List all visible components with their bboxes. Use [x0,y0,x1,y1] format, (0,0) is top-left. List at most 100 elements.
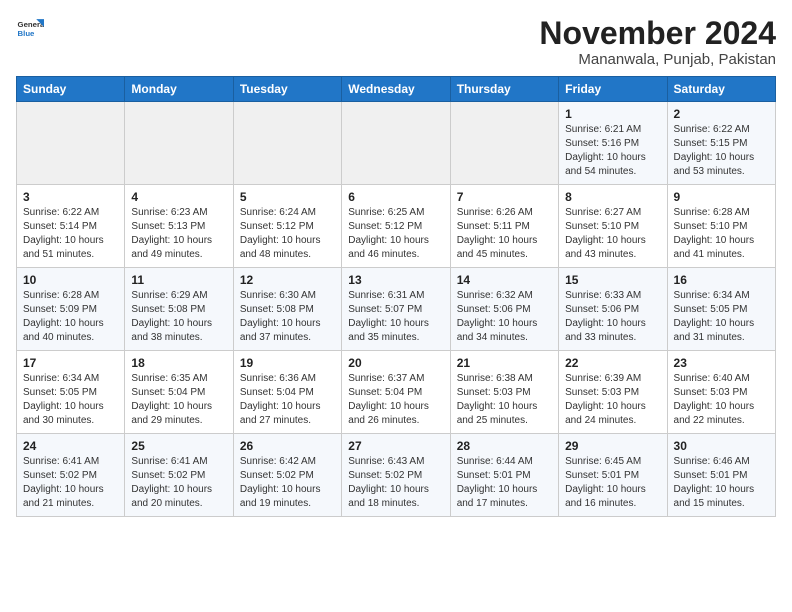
day-number: 14 [457,273,552,287]
day-number: 6 [348,190,443,204]
svg-text:Blue: Blue [18,29,36,38]
day-info: Sunrise: 6:23 AMSunset: 5:13 PMDaylight:… [131,206,226,262]
calendar-cell [233,102,341,185]
day-info: Sunrise: 6:37 AMSunset: 5:04 PMDaylight:… [348,372,443,428]
weekday-header: Friday [559,77,667,102]
day-number: 28 [457,439,552,453]
calendar-cell: 7 Sunrise: 6:26 AMSunset: 5:11 PMDaylight… [450,185,558,268]
calendar-cell: 25 Sunrise: 6:41 AMSunset: 5:02 PMDayligh… [125,434,233,517]
calendar-cell: 16Sunrise: 6:34 AMSunset: 5:05 PMDayligh… [667,268,775,351]
day-info: Sunrise: 6:33 AMSunset: 5:06 PMDaylight:… [565,289,660,345]
calendar-cell: 6Sunrise: 6:25 AMSunset: 5:12 PMDaylight… [342,185,450,268]
day-info: Sunrise: 6:44 AMSunset: 5:01 PMDaylight:… [457,455,552,511]
day-info: Sunrise: 6:36 AMSunset: 5:04 PMDaylight:… [240,372,335,428]
calendar-week-row: 1 Sunrise: 6:21 AMSunset: 5:16 PMDaylight… [17,102,776,185]
day-number: 22 [565,356,660,370]
day-number: 7 [457,190,552,204]
calendar-cell: 10 Sunrise: 6:28 AMSunset: 5:09 PMDayligh… [17,268,125,351]
day-info: Sunrise: 6:28 AMSunset: 5:10 PMDaylight:… [674,206,769,262]
logo-icon: General Blue [16,16,44,44]
day-number: 1 [565,107,660,121]
day-number: 20 [348,356,443,370]
calendar-week-row: 10 Sunrise: 6:28 AMSunset: 5:09 PMDayligh… [17,268,776,351]
calendar-cell: 24 Sunrise: 6:41 AMSunset: 5:02 PMDayligh… [17,434,125,517]
calendar-cell: 11Sunrise: 6:29 AMSunset: 5:08 PMDayligh… [125,268,233,351]
calendar-cell [450,102,558,185]
calendar-cell: 15 Sunrise: 6:33 AMSunset: 5:06 PMDayligh… [559,268,667,351]
calendar-cell: 12 Sunrise: 6:30 AMSunset: 5:08 PMDayligh… [233,268,341,351]
calendar-cell: 23 Sunrise: 6:40 AMSunset: 5:03 PMDayligh… [667,351,775,434]
calendar-cell: 29 Sunrise: 6:45 AMSunset: 5:01 PMDayligh… [559,434,667,517]
calendar-cell: 3 Sunrise: 6:22 AMSunset: 5:14 PMDaylight… [17,185,125,268]
calendar-header: SundayMondayTuesdayWednesdayThursdayFrid… [17,77,776,102]
day-number: 23 [674,356,769,370]
calendar-cell: 21 Sunrise: 6:38 AMSunset: 5:03 PMDayligh… [450,351,558,434]
day-info: Sunrise: 6:41 AMSunset: 5:02 PMDaylight:… [131,455,226,511]
weekday-header: Monday [125,77,233,102]
calendar-cell [17,102,125,185]
weekday-header: Saturday [667,77,775,102]
day-info: Sunrise: 6:34 AMSunset: 5:05 PMDaylight:… [23,372,118,428]
day-number: 13 [348,273,443,287]
day-number: 5 [240,190,335,204]
day-number: 25 [131,439,226,453]
calendar-cell: 4 Sunrise: 6:23 AMSunset: 5:13 PMDaylight… [125,185,233,268]
day-number: 27 [348,439,443,453]
day-number: 18 [131,356,226,370]
day-number: 29 [565,439,660,453]
day-info: Sunrise: 6:22 AMSunset: 5:14 PMDaylight:… [23,206,118,262]
day-info: Sunrise: 6:43 AMSunset: 5:02 PMDaylight:… [348,455,443,511]
day-info: Sunrise: 6:21 AMSunset: 5:16 PMDaylight:… [565,123,660,179]
day-number: 9 [674,190,769,204]
weekday-header: Thursday [450,77,558,102]
day-info: Sunrise: 6:46 AMSunset: 5:01 PMDaylight:… [674,455,769,511]
calendar-cell: 26 Sunrise: 6:42 AMSunset: 5:02 PMDayligh… [233,434,341,517]
day-number: 26 [240,439,335,453]
calendar-cell: 20 Sunrise: 6:37 AMSunset: 5:04 PMDayligh… [342,351,450,434]
day-info: Sunrise: 6:39 AMSunset: 5:03 PMDaylight:… [565,372,660,428]
day-info: Sunrise: 6:24 AMSunset: 5:12 PMDaylight:… [240,206,335,262]
day-info: Sunrise: 6:34 AMSunset: 5:05 PMDaylight:… [674,289,769,345]
calendar-cell: 8Sunrise: 6:27 AMSunset: 5:10 PMDaylight… [559,185,667,268]
calendar-cell [125,102,233,185]
day-info: Sunrise: 6:38 AMSunset: 5:03 PMDaylight:… [457,372,552,428]
day-number: 12 [240,273,335,287]
weekday-header: Tuesday [233,77,341,102]
day-number: 11 [131,273,226,287]
calendar-week-row: 3 Sunrise: 6:22 AMSunset: 5:14 PMDaylight… [17,185,776,268]
day-info: Sunrise: 6:26 AMSunset: 5:11 PMDaylight:… [457,206,552,262]
calendar-cell: 30Sunrise: 6:46 AMSunset: 5:01 PMDayligh… [667,434,775,517]
day-number: 4 [131,190,226,204]
weekday-header: Wednesday [342,77,450,102]
calendar-cell: 2 Sunrise: 6:22 AMSunset: 5:15 PMDaylight… [667,102,775,185]
day-info: Sunrise: 6:42 AMSunset: 5:02 PMDaylight:… [240,455,335,511]
calendar-cell: 9 Sunrise: 6:28 AMSunset: 5:10 PMDaylight… [667,185,775,268]
day-number: 19 [240,356,335,370]
day-info: Sunrise: 6:40 AMSunset: 5:03 PMDaylight:… [674,372,769,428]
calendar-cell: 27 Sunrise: 6:43 AMSunset: 5:02 PMDayligh… [342,434,450,517]
day-number: 10 [23,273,118,287]
day-info: Sunrise: 6:41 AMSunset: 5:02 PMDaylight:… [23,455,118,511]
calendar-cell [342,102,450,185]
day-number: 8 [565,190,660,204]
title-area: November 2024 Mananwala, Punjab, Pakista… [539,16,776,68]
calendar-body: 1 Sunrise: 6:21 AMSunset: 5:16 PMDaylight… [17,102,776,517]
day-number: 21 [457,356,552,370]
day-number: 2 [674,107,769,121]
day-number: 24 [23,439,118,453]
calendar-week-row: 24 Sunrise: 6:41 AMSunset: 5:02 PMDayligh… [17,434,776,517]
day-number: 3 [23,190,118,204]
day-info: Sunrise: 6:22 AMSunset: 5:15 PMDaylight:… [674,123,769,179]
calendar-cell: 14 Sunrise: 6:32 AMSunset: 5:06 PMDayligh… [450,268,558,351]
calendar-cell: 13Sunrise: 6:31 AMSunset: 5:07 PMDayligh… [342,268,450,351]
weekday-header: Sunday [17,77,125,102]
calendar-cell: 28 Sunrise: 6:44 AMSunset: 5:01 PMDayligh… [450,434,558,517]
day-info: Sunrise: 6:28 AMSunset: 5:09 PMDaylight:… [23,289,118,345]
day-number: 15 [565,273,660,287]
day-info: Sunrise: 6:35 AMSunset: 5:04 PMDaylight:… [131,372,226,428]
day-info: Sunrise: 6:32 AMSunset: 5:06 PMDaylight:… [457,289,552,345]
day-info: Sunrise: 6:30 AMSunset: 5:08 PMDaylight:… [240,289,335,345]
day-info: Sunrise: 6:45 AMSunset: 5:01 PMDaylight:… [565,455,660,511]
calendar-week-row: 17Sunrise: 6:34 AMSunset: 5:05 PMDayligh… [17,351,776,434]
page-title: November 2024 [539,16,776,51]
